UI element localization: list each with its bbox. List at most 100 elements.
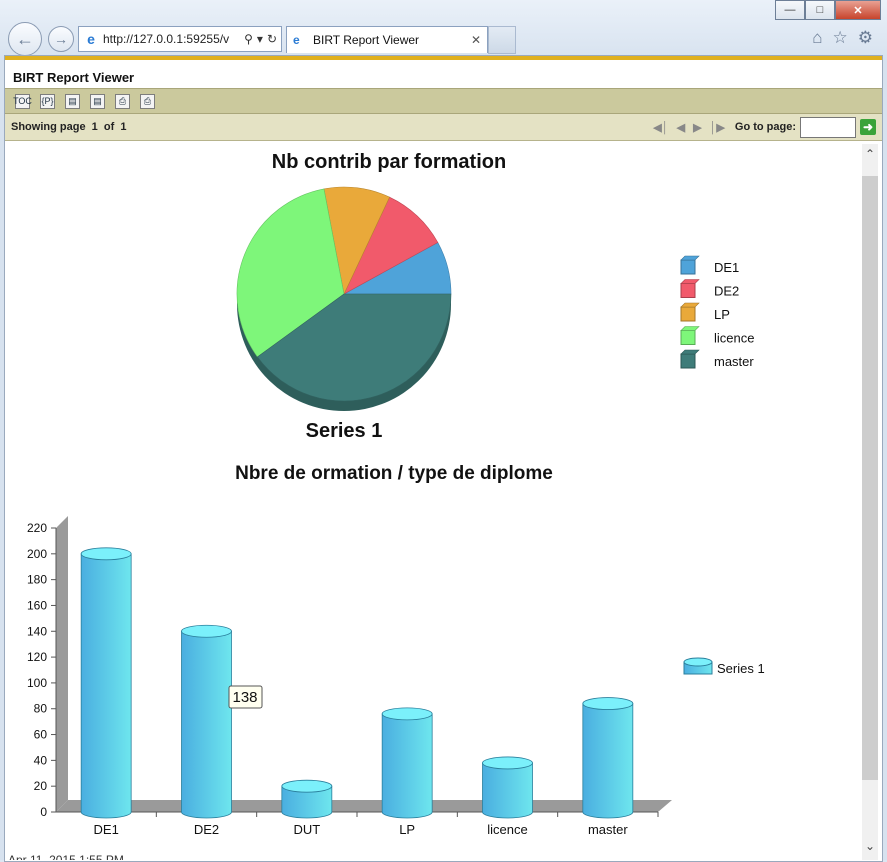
scroll-thumb[interactable] <box>862 176 878 780</box>
y-tick-label: 160 <box>27 598 47 612</box>
legend-label-licence: licence <box>714 331 754 346</box>
legend-label-master: master <box>714 354 754 369</box>
address-text[interactable]: http://127.0.0.1:59255/v <box>103 32 244 46</box>
bar-LP <box>381 713 433 819</box>
bar-legend-label: Series 1 <box>717 661 765 676</box>
legend-swatch-top-master <box>680 349 700 355</box>
forward-button[interactable]: → <box>48 26 74 52</box>
ie-logo-icon: e <box>293 33 300 47</box>
go-arrow-icon[interactable]: ➜ <box>860 119 876 135</box>
go-to-page-input[interactable] <box>800 116 856 138</box>
legend-swatch-DE2 <box>680 283 696 298</box>
home-icon[interactable]: ⌂ <box>812 28 822 48</box>
last-page-icon[interactable]: │▶ <box>710 121 725 134</box>
forward-arrow-icon: → <box>54 31 68 47</box>
viewer-title: BIRT Report Viewer <box>13 70 135 85</box>
browser-window: — □ ✕ ← → e http://127.0.0.1:59255/v ⚲ ▾… <box>0 0 887 862</box>
tooltip-value: 138 <box>232 689 257 706</box>
charts-svg: Nb contrib par formation Series 1 DE1 DE2 LP… <box>8 151 765 860</box>
bar-top-LP <box>381 707 433 721</box>
showing-page-text: Showing page 1 of 1 <box>11 121 127 133</box>
print-server-icon[interactable]: ⎙ <box>140 93 155 109</box>
back-button[interactable]: ← <box>8 22 42 56</box>
bar-floor <box>56 800 672 812</box>
y-tick-label: 0 <box>40 805 47 819</box>
print-icon[interactable]: ⎙ <box>115 93 130 109</box>
pie-title: Nb contrib par formation <box>272 151 506 173</box>
x-tick-label: DUT <box>293 822 320 837</box>
y-tick-label: 80 <box>34 702 48 716</box>
minimize-button[interactable]: — <box>775 0 805 20</box>
x-tick-label: LP <box>399 822 415 837</box>
bar-legend-swatch-top <box>683 657 713 667</box>
first-page-icon[interactable]: ◀│ <box>653 121 668 134</box>
export-report-icon[interactable]: ▤ <box>90 93 105 109</box>
bar-top-licence <box>482 756 533 770</box>
x-tick-label: licence <box>487 822 527 837</box>
y-tick-label: 120 <box>27 650 47 664</box>
legend-swatch-DE1 <box>680 259 696 275</box>
bar-top-DE2 <box>181 624 232 638</box>
legend-label-DE1: DE1 <box>714 260 739 275</box>
pie-series-label: Series 1 <box>306 420 383 442</box>
parameters-icon[interactable]: {P} <box>40 93 55 109</box>
close-button[interactable]: ✕ <box>835 0 881 20</box>
y-tick-label: 200 <box>27 547 47 561</box>
bar-licence <box>482 762 533 819</box>
bar-DE2 <box>181 630 232 819</box>
y-tick-label: 180 <box>27 573 47 587</box>
favorites-star-icon[interactable]: ☆ <box>833 28 848 48</box>
legend-swatch-licence <box>680 330 696 345</box>
legend-swatch-top-licence <box>680 326 700 331</box>
maximize-button[interactable]: □ <box>805 0 835 20</box>
previous-page-icon[interactable]: ◀ <box>677 121 685 134</box>
dropdown-icon[interactable]: ▾ <box>257 32 263 46</box>
y-tick-label: 40 <box>34 753 48 767</box>
back-arrow-icon: ← <box>16 28 34 49</box>
refresh-icon[interactable]: ↻ <box>267 32 277 46</box>
x-tick-label: master <box>588 822 628 837</box>
next-page-icon[interactable]: ▶ <box>693 121 701 134</box>
address-bar[interactable]: e http://127.0.0.1:59255/v ⚲ ▾ ↻ <box>78 26 282 52</box>
bar-title: Nbre de ormation / type de diplome <box>235 463 553 484</box>
toc-icon[interactable]: TOC <box>13 93 32 109</box>
search-icon[interactable]: ⚲ <box>244 32 253 46</box>
y-tick-label: 20 <box>34 779 48 793</box>
bar-top-master <box>582 697 634 710</box>
legend-swatch-master <box>680 353 696 369</box>
y-tick-label: 60 <box>34 728 48 742</box>
export-data-icon[interactable]: ▤ <box>65 93 80 109</box>
legend-swatch-top-LP <box>680 302 700 308</box>
browser-tools: ⌂ ☆ ⚙ <box>812 28 873 48</box>
scroll-down-icon[interactable]: ⌄ <box>862 836 878 856</box>
go-to-page-label: Go to page: <box>734 121 796 133</box>
legend-label-LP: LP <box>714 307 730 322</box>
page-content: BIRT Report Viewer TOC {P} ▤ ▤ ⎙ ⎙ Showing pa… <box>4 55 883 862</box>
bar-master <box>582 703 634 819</box>
legend-swatch-LP <box>680 306 696 322</box>
y-tick-label: 100 <box>27 676 47 690</box>
settings-gear-icon[interactable]: ⚙ <box>858 28 873 48</box>
y-tick-label: 140 <box>27 624 47 638</box>
ie-logo-icon: e <box>87 31 95 47</box>
x-tick-label: DE1 <box>94 822 119 837</box>
legend-swatch-top-DE2 <box>680 279 700 284</box>
bar-wall <box>56 516 68 812</box>
navigation-bar: Showing page 1 of 1 ◀│ ◀ ▶ │▶ Go to page… <box>5 114 882 141</box>
tab-close-icon[interactable]: ✕ <box>471 33 481 47</box>
bar-top-DUT <box>281 779 333 793</box>
tab-title: BIRT Report Viewer <box>313 33 420 47</box>
tab-birt-report-viewer[interactable]: e BIRT Report Viewer ✕ <box>286 26 488 53</box>
bar-DE1 <box>80 553 132 819</box>
x-tick-label: DE2 <box>194 822 219 837</box>
footer-timestamp: Apr 11, 2015 1:55 PM <box>8 853 124 860</box>
y-tick-label: 220 <box>27 521 47 535</box>
report-area: Nb contrib par formation Series 1 DE1 DE2 LP… <box>6 144 856 860</box>
new-tab-button[interactable] <box>488 26 516 54</box>
viewer-toolbar: TOC {P} ▤ ▤ ⎙ ⎙ <box>5 88 882 114</box>
legend-label-DE2: DE2 <box>714 284 739 299</box>
bar-top-DE1 <box>80 547 132 561</box>
vertical-scrollbar[interactable]: ⌃ ⌄ <box>862 144 878 860</box>
window-controls: — □ ✕ <box>775 0 881 20</box>
scroll-up-icon[interactable]: ⌃ <box>862 144 878 164</box>
